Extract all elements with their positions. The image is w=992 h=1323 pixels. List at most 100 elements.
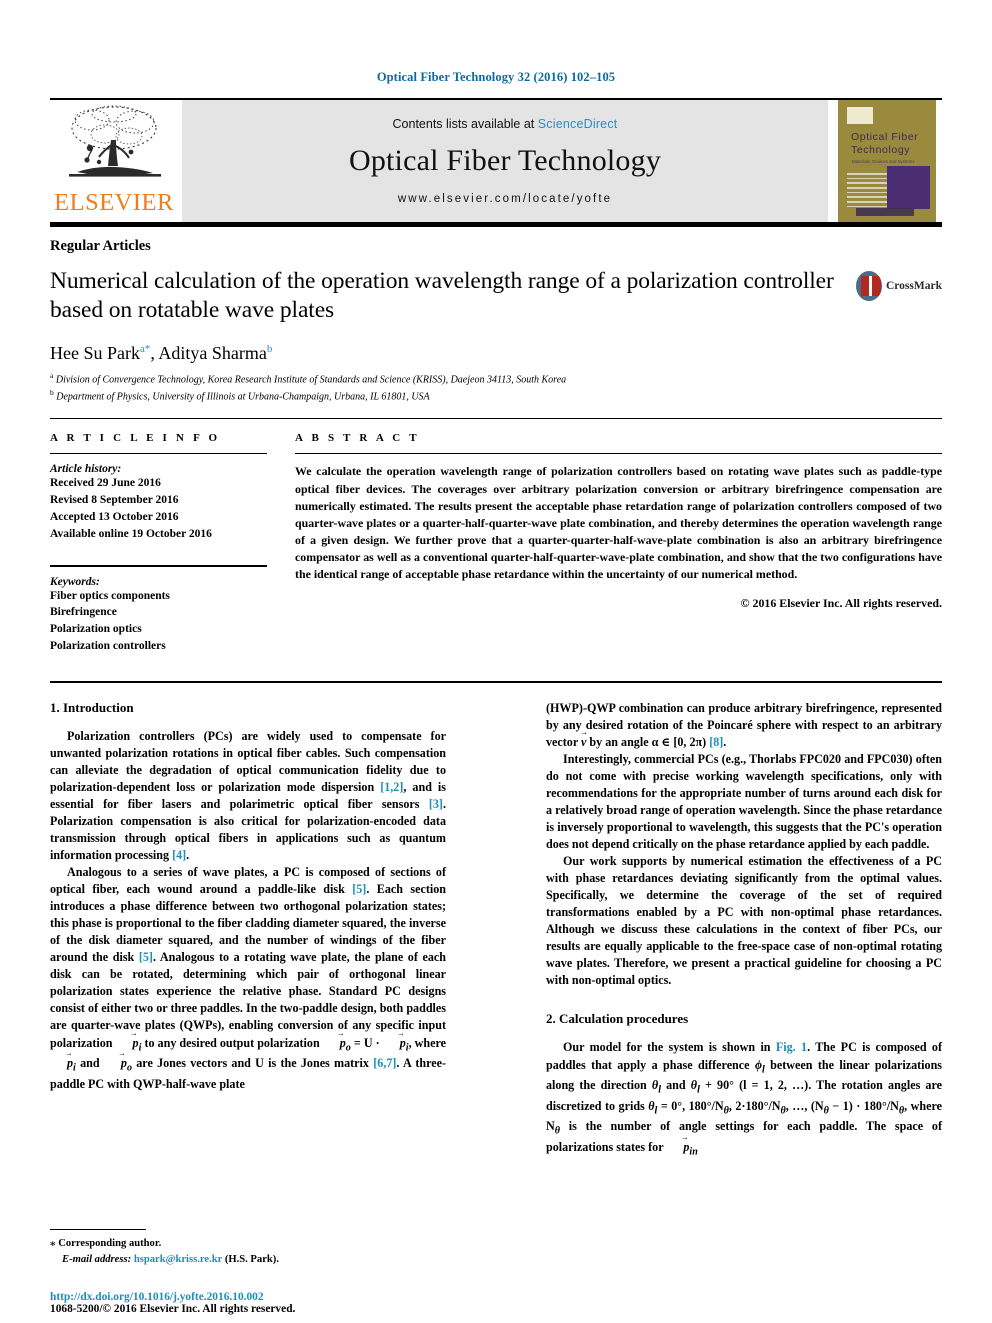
keywords-list: Fiber optics components Birefringence Po… bbox=[50, 588, 267, 655]
article-page: Optical Fiber Technology 32 (2016) 102–1… bbox=[0, 0, 992, 1323]
affiliation-b-text: Department of Physics, University of Ill… bbox=[56, 390, 430, 402]
sciencedirect-link[interactable]: ScienceDirect bbox=[538, 117, 618, 131]
footnote-block: ⁎ Corresponding author. E-mail address: … bbox=[50, 1229, 446, 1268]
article-history-list: Received 29 June 2016 Revised 8 Septembe… bbox=[50, 475, 267, 542]
text-run: . bbox=[186, 847, 190, 862]
history-revised: Revised 8 September 2016 bbox=[50, 494, 179, 507]
paragraph-intro-2: Analogous to a series of wave plates, a … bbox=[50, 864, 446, 1093]
paragraph-model: Our model for the system is shown in Fig… bbox=[546, 1039, 942, 1159]
masthead-bottom-rule bbox=[50, 222, 942, 227]
citation-ref[interactable]: [3] bbox=[429, 797, 443, 811]
abstract-text: We calculate the operation wavelength ra… bbox=[295, 464, 942, 582]
keywords-rule bbox=[50, 564, 267, 567]
keyword-item: Birefringence bbox=[50, 606, 117, 619]
math-vector-po: p bbox=[323, 1035, 346, 1052]
info-abstract-row: A R T I C L E I N F O Article history: R… bbox=[50, 432, 942, 654]
text-run: , …, (N bbox=[785, 1098, 824, 1113]
keywords-label: Keywords: bbox=[50, 575, 100, 588]
math-vector-pi: p bbox=[383, 1035, 406, 1052]
citation-ref[interactable]: [6,7] bbox=[373, 1056, 396, 1070]
heading-introduction: 1. Introduction bbox=[50, 699, 134, 715]
running-head: Optical Fiber Technology 32 (2016) 102–1… bbox=[376, 70, 616, 84]
history-received: Received 29 June 2016 bbox=[50, 477, 161, 490]
author-list: Hee Su Parka*, Aditya Sharmab bbox=[50, 343, 942, 364]
author-1-name[interactable]: Hee Su Park bbox=[50, 343, 140, 363]
text-run: to any desired output polarization bbox=[141, 1035, 323, 1050]
body-columns: 1. Introduction Polarization controllers… bbox=[50, 700, 942, 1160]
abstract-rule bbox=[295, 453, 942, 455]
right-column: (HWP)-QWP combination can produce arbitr… bbox=[546, 700, 942, 1160]
affiliation-b: b Department of Physics, University of I… bbox=[50, 388, 942, 405]
author-2-name[interactable]: Aditya Sharma bbox=[158, 343, 266, 363]
elsevier-logo: ELSEVIER bbox=[50, 100, 178, 222]
text-run: , 2·180°/N bbox=[728, 1098, 781, 1113]
affiliation-a-marker: a bbox=[50, 370, 54, 380]
text-run: are Jones vectors and U is the Jones mat… bbox=[131, 1056, 374, 1071]
masthead-center: Contents lists available at ScienceDirec… bbox=[182, 100, 828, 222]
citation-ref[interactable]: [8] bbox=[709, 735, 723, 749]
journal-homepage-url[interactable]: www.elsevier.com/locate/yofte bbox=[398, 193, 612, 205]
text-run: Our model for the system is shown in bbox=[563, 1040, 776, 1055]
figure-ref[interactable]: Fig. 1 bbox=[776, 1040, 807, 1054]
issn-copyright-line: 1068-5200/© 2016 Elsevier Inc. All right… bbox=[50, 1303, 296, 1315]
text-run: , where bbox=[408, 1035, 446, 1050]
math-vector-v: v bbox=[581, 734, 586, 751]
elsevier-wordmark: ELSEVIER bbox=[54, 189, 174, 216]
citation-ref[interactable]: [5] bbox=[352, 882, 366, 896]
email-link[interactable]: hspark@kriss.re.kr bbox=[134, 1254, 222, 1265]
crossmark-icon bbox=[856, 271, 882, 301]
cover-footer-bar bbox=[856, 208, 914, 216]
cover-title-line1: Optical Fiber bbox=[851, 131, 919, 143]
corresponding-text: Corresponding author. bbox=[58, 1238, 162, 1250]
email-label: E-mail address: bbox=[62, 1254, 132, 1266]
elsevier-tree-icon bbox=[69, 105, 161, 177]
title-row: Numerical calculation of the operation w… bbox=[50, 267, 942, 326]
abstract-heading: A B S T R A C T bbox=[295, 432, 420, 445]
paragraph-continued: (HWP)-QWP combination can produce arbitr… bbox=[546, 700, 942, 751]
heading-calculation-procedures: 2. Calculation procedures bbox=[546, 1011, 689, 1027]
paragraph-intro-1: Polarization controllers (PCs) are widel… bbox=[50, 728, 446, 864]
text-run: = 0°, 180°/N bbox=[657, 1098, 724, 1113]
abstract-column: A B S T R A C T We calculate the operati… bbox=[295, 432, 942, 654]
text-run: . bbox=[723, 734, 727, 749]
left-column: 1. Introduction Polarization controllers… bbox=[50, 700, 446, 1160]
keyword-item: Fiber optics components bbox=[50, 589, 170, 602]
cover-artwork bbox=[887, 166, 930, 209]
cover-image: Optical Fiber Technology Materials, Devi… bbox=[838, 100, 936, 222]
article-history-label: Article history: bbox=[50, 463, 122, 476]
article-info-column: A R T I C L E I N F O Article history: R… bbox=[50, 432, 295, 654]
text-run: = U · bbox=[350, 1035, 383, 1050]
column-gutter bbox=[446, 700, 546, 1160]
contents-available-line: Contents lists available at ScienceDirec… bbox=[393, 117, 618, 131]
article-info-heading: A R T I C L E I N F O bbox=[50, 432, 221, 445]
cover-title-line2: Technology bbox=[851, 144, 911, 156]
history-accepted: Accepted 13 October 2016 bbox=[50, 510, 179, 523]
footnote-rule bbox=[50, 1229, 146, 1231]
doi-link[interactable]: http://dx.doi.org/10.1016/j.yofte.2016.1… bbox=[50, 1291, 480, 1303]
page-title: Numerical calculation of the operation w… bbox=[50, 268, 834, 324]
history-available-online: Available online 19 October 2016 bbox=[50, 527, 212, 540]
math-vector-pin: p bbox=[666, 1139, 689, 1156]
keyword-item: Polarization optics bbox=[50, 623, 142, 636]
paragraph-our-work: Our work supports by numerical estimatio… bbox=[546, 854, 942, 988]
affiliation-b-marker: b bbox=[50, 387, 54, 397]
math-phi: ϕ bbox=[754, 1057, 762, 1072]
affiliations: a Division of Convergence Technology, Ko… bbox=[50, 371, 942, 405]
crossmark-badge[interactable]: CrossMark bbox=[856, 271, 942, 301]
citation-ref[interactable]: [1,2] bbox=[380, 780, 403, 794]
journal-cover-thumbnail: Optical Fiber Technology Materials, Devi… bbox=[832, 100, 942, 222]
keywords-block: Keywords: Fiber optics components Birefr… bbox=[50, 564, 267, 655]
affiliation-a-text: Division of Convergence Technology, Kore… bbox=[55, 374, 567, 386]
text-run: and bbox=[75, 1056, 104, 1071]
abstract-bottom-rule bbox=[50, 680, 942, 683]
citation-ref[interactable]: [4] bbox=[172, 848, 186, 862]
corresponding-marker: ⁎ bbox=[50, 1238, 56, 1250]
text-run: is the number of angle settings for each… bbox=[546, 1119, 942, 1154]
text-run: − 1) · 180°/N bbox=[828, 1098, 899, 1113]
abstract-copyright: © 2016 Elsevier Inc. All rights reserved… bbox=[740, 596, 942, 611]
article-section-label: Regular Articles bbox=[50, 238, 151, 254]
email-line: E-mail address: hspark@kriss.re.kr (H.S.… bbox=[50, 1252, 446, 1268]
citation-ref[interactable]: [5] bbox=[139, 950, 153, 964]
math-vector-pi: p bbox=[50, 1055, 73, 1072]
journal-title: Optical Fiber Technology bbox=[348, 144, 662, 177]
